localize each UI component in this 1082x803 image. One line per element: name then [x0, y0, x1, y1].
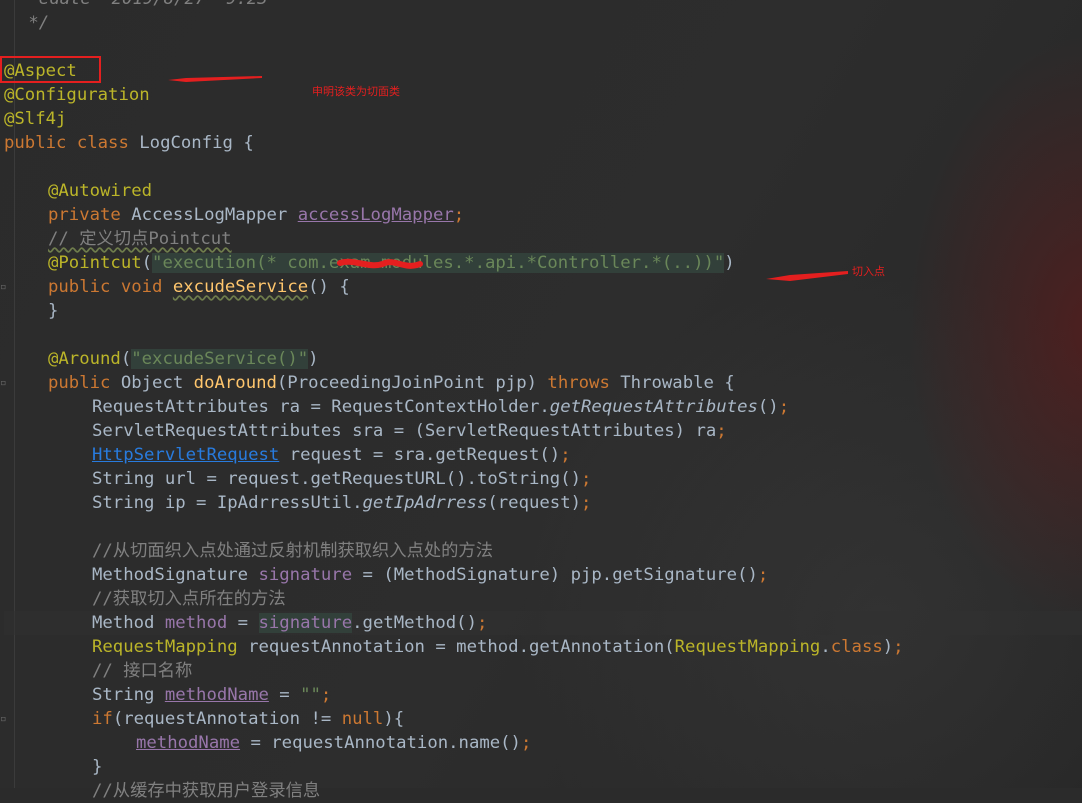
redaction-scribble-icon	[337, 258, 423, 269]
annotation-pointcut-note: 切入点	[852, 265, 885, 278]
arrow-to-pointcut-icon	[766, 271, 848, 281]
annotation-aspect-note: 申明该类为切面类	[312, 85, 400, 98]
annotation-arrows	[168, 76, 848, 281]
arrow-to-aspect-icon	[168, 76, 262, 82]
